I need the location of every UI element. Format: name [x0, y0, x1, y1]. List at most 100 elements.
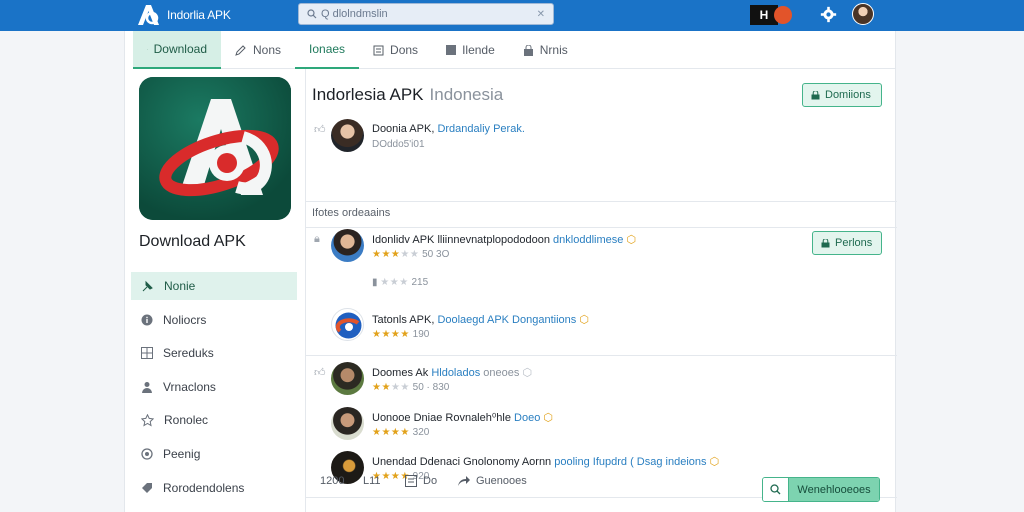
rating-stars: ★★★★ — [372, 329, 410, 340]
review-meta-row: ★★★★ 320 — [372, 427, 429, 438]
tab-ilende[interactable]: Ilende — [432, 31, 509, 69]
review-link[interactable]: pooling Ifupdrd ( Dsag indeions — [554, 456, 706, 468]
tab-label: Nons — [253, 43, 282, 57]
review-avatar[interactable] — [331, 229, 364, 262]
page-shell: Download Nons Ionaes Dons Ilende Nrnis D… — [124, 31, 897, 512]
author-link-2[interactable]: Perak. — [493, 123, 525, 135]
title-subtitle: Indonesia — [429, 85, 504, 104]
sidebar-item-rorodendolens[interactable]: Rorodendolens — [131, 474, 297, 502]
review-meta: 320 — [412, 427, 430, 438]
review-link[interactable]: Doeo — [514, 412, 540, 424]
sidebar-item-ronolec[interactable]: Ronolec — [131, 406, 297, 434]
tab-label: Nrnis — [539, 43, 568, 57]
share-icon — [458, 476, 470, 486]
search-bar[interactable]: ✕ — [298, 3, 554, 25]
grid-icon — [141, 347, 153, 360]
divider — [306, 355, 897, 356]
vote-stars: ★★★ — [380, 277, 409, 288]
brand-logo-icon — [138, 5, 159, 25]
review-link[interactable]: Doolaegd APK Dongantiions — [437, 314, 576, 326]
sidebar-item-label: Ronolec — [164, 413, 209, 428]
search-input[interactable] — [321, 8, 537, 20]
title-text: Indorlesia APK — [312, 85, 424, 104]
tab-ionaes[interactable]: Ionaes — [295, 31, 360, 69]
sidebar-item-sereduks[interactable]: Sereduks — [131, 339, 297, 367]
circle-icon — [141, 448, 153, 460]
top-action-button[interactable]: Domiions — [802, 83, 882, 107]
badge-icon: ⬡ — [579, 314, 589, 326]
sidebar-item-label: Nonie — [164, 279, 196, 293]
sidebar-item-noliocrs[interactable]: Noliocrs — [131, 306, 297, 334]
brand-name: Indorlia APK — [167, 8, 231, 22]
sidebar-item-label: Vrnaclons — [163, 379, 216, 394]
tab-nons[interactable]: Nons — [221, 31, 295, 69]
sidebar-item-label: Noliocrs — [163, 312, 207, 327]
review-avatar[interactable] — [331, 407, 364, 440]
review-meta: 190 — [412, 329, 430, 340]
review-link[interactable]: dnkloddlimese — [553, 234, 623, 246]
review-name: Idonlidv APK — [372, 234, 435, 246]
review-avatar[interactable] — [331, 362, 364, 395]
page-title: Indorlesia APK Indonesia — [312, 85, 503, 105]
sidebar: Nonie Noliocrs Sereduks Vrnaclons Ronole… — [131, 272, 297, 507]
rating-stars: ★★★★★ — [372, 249, 420, 260]
divider — [306, 227, 897, 228]
divider — [306, 201, 897, 202]
sidebar-item-label: Peenig — [163, 446, 201, 461]
review-link[interactable]: Hldolados — [431, 367, 480, 379]
review-after: oneoes — [483, 367, 520, 379]
like-icon[interactable]: 👍︎ — [314, 123, 326, 136]
author-link[interactable]: Drdandaliy — [437, 123, 490, 135]
notification-dot-icon — [774, 6, 792, 24]
gear-icon[interactable] — [820, 6, 837, 23]
button-label: Wenehlooeoes — [789, 478, 879, 501]
tab-label: Ilende — [462, 43, 495, 57]
user-avatar[interactable] — [852, 3, 874, 25]
clear-icon[interactable]: ✕ — [537, 9, 545, 20]
button-label: Domiions — [825, 89, 871, 101]
tab-label: Dons — [390, 43, 419, 57]
tab-download[interactable]: Download — [133, 31, 221, 69]
vote-icon[interactable]: ▮ — [372, 277, 378, 288]
square-icon — [446, 45, 457, 55]
brand[interactable]: Indorlia APK — [136, 3, 231, 27]
rating-stars: ★★★★ — [372, 427, 410, 438]
sidebar-item-peenig[interactable]: Peenig — [131, 440, 297, 468]
app-logo-icon — [139, 77, 291, 220]
review-title: Doomes Ak Hldolados oneoes ⬡ — [372, 366, 532, 379]
author-meta: DOddo5'i01 — [372, 139, 425, 150]
review-meta-row: ★★★★★ 50 3O — [372, 249, 449, 260]
footer-item[interactable]: L11 — [363, 475, 381, 487]
review-avatar[interactable] — [331, 308, 364, 341]
sidebar-item-nonie[interactable]: Nonie — [131, 272, 297, 300]
like-icon[interactable]: 👍︎ — [314, 366, 326, 379]
lock-icon: 🔒︎ — [314, 233, 320, 245]
app-icon — [139, 77, 291, 220]
tab-dons[interactable]: Dons — [359, 31, 432, 69]
author-avatar[interactable] — [331, 119, 364, 152]
tab-nrnis[interactable]: Nrnis — [509, 31, 582, 69]
side-action-button[interactable]: Perlons — [812, 231, 882, 255]
footer-item[interactable]: Guenooes — [457, 475, 527, 487]
lock-icon — [821, 238, 830, 247]
download-icon — [147, 48, 148, 50]
review-title: Idonlidv APK lliinnevnatplopododoon dnkl… — [372, 233, 636, 246]
vote-count: 215 — [411, 277, 429, 288]
tab-label: Ionaes — [309, 42, 346, 56]
footer-item[interactable]: Do — [405, 475, 437, 487]
tag-icon — [142, 482, 152, 493]
footer-action-button[interactable]: Wenehlooeoes — [762, 477, 880, 502]
footer-label: Do — [423, 475, 438, 487]
search-icon — [763, 478, 789, 501]
button-label: Perlons — [835, 237, 873, 249]
info-icon — [141, 314, 153, 326]
app-badge[interactable]: H — [750, 5, 794, 25]
app-title: Download APK — [139, 233, 246, 250]
sidebar-item-vrnaclons[interactable]: Vrnaclons — [131, 373, 297, 401]
review-name: Unendad Ddenaci Gnolonomy Aornn — [372, 456, 552, 468]
review-meta: 50 · 830 — [412, 382, 450, 393]
comment-icon — [405, 475, 417, 487]
footer-item[interactable]: 1200 — [320, 475, 344, 487]
sidebar-item-label: Rorodendolens — [163, 480, 245, 495]
star-icon — [141, 413, 154, 427]
